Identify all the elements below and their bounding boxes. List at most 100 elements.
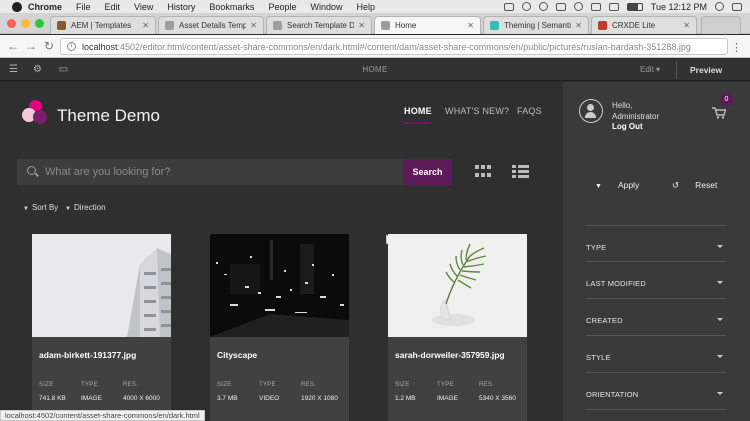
asset-thumbnail[interactable]: [388, 234, 527, 337]
clock[interactable]: Tue 12:12 PM: [651, 2, 707, 12]
spotlight-icon[interactable]: [715, 2, 724, 11]
result-card[interactable]: sarah-dorweiler-357959.jpg SIZE TYPE RES…: [388, 234, 527, 421]
time-machine-icon[interactable]: [538, 2, 548, 11]
menu-window[interactable]: Window: [310, 2, 342, 12]
close-tab-icon[interactable]: ✕: [250, 21, 257, 30]
filter-sidebar: Hello, Administrator Log Out 0 ▼ Apply ↺ R…: [563, 82, 750, 421]
list-view-icon[interactable]: [512, 165, 529, 179]
display-icon[interactable]: [555, 2, 566, 11]
asset-name[interactable]: sarah-dorweiler-357959.jpg: [395, 350, 505, 360]
tab-asset-details-template[interactable]: Asset Details Template✕: [158, 16, 264, 34]
menu-view[interactable]: View: [134, 2, 153, 12]
sync-icon[interactable]: [521, 2, 531, 11]
tab-crxde-lite[interactable]: CRXDE Lite ✕: [591, 16, 697, 34]
brand-title[interactable]: Theme Demo: [57, 106, 160, 126]
page-favicon-icon: [273, 21, 282, 30]
status-bar-url: localhost:4502/content/asset-share-commo…: [0, 410, 205, 421]
nav-whats-new[interactable]: WHAT'S NEW?: [445, 106, 509, 116]
reset-button[interactable]: ↺ Reset: [672, 180, 717, 191]
grid-view-icon[interactable]: [475, 165, 491, 179]
asset-thumbnail[interactable]: [210, 234, 349, 337]
menu-bookmarks[interactable]: Bookmarks: [209, 2, 254, 12]
volume-icon[interactable]: [608, 2, 619, 11]
filter-type[interactable]: TYPE: [586, 225, 726, 262]
asset-name[interactable]: adam-birkett-191377.jpg: [39, 350, 136, 360]
search-bar: [17, 159, 403, 185]
filter-orientation[interactable]: ORIENTATION: [586, 373, 726, 410]
type-value: VIDEO: [259, 395, 280, 402]
res-value: 5340 X 3560: [479, 395, 516, 402]
battery-icon[interactable]: [626, 2, 643, 11]
cart-icon[interactable]: [712, 107, 726, 119]
apple-icon[interactable]: [12, 1, 22, 12]
back-icon[interactable]: ←: [4, 39, 22, 53]
menu-help[interactable]: Help: [356, 2, 375, 12]
minimize-window-icon[interactable]: [21, 19, 30, 28]
screen-share-icon[interactable]: [503, 2, 514, 11]
menu-file[interactable]: File: [76, 2, 91, 12]
chevron-down-icon: [717, 245, 723, 248]
tab-theming-semantic-ui[interactable]: Theming | Semantic UI✕: [483, 16, 589, 34]
address-host: localhost: [82, 41, 118, 52]
close-tab-icon[interactable]: ✕: [358, 21, 365, 30]
nav-faqs[interactable]: FAQS: [517, 106, 542, 116]
toolbar-divider: [676, 61, 677, 79]
filter-last-modified[interactable]: LAST MODIFIED: [586, 262, 726, 299]
apply-label: Apply: [617, 180, 640, 190]
editor-page-name: HOME: [362, 65, 388, 74]
nav-home[interactable]: HOME: [404, 106, 432, 116]
maximize-window-icon[interactable]: [35, 19, 44, 28]
reload-icon[interactable]: ↻: [40, 39, 58, 53]
result-card[interactable]: Cityscape SIZE TYPE RES. 3.7 MB VIDEO 19…: [210, 234, 349, 421]
close-window-icon[interactable]: [7, 19, 16, 28]
brand-logo-icon[interactable]: [22, 100, 48, 126]
menu-edit[interactable]: Edit: [105, 2, 121, 12]
filter-label: CREATED: [586, 316, 623, 325]
page-favicon-icon: [165, 21, 174, 30]
search-input[interactable]: [45, 159, 395, 185]
chevron-down-icon: [717, 392, 723, 395]
reset-label: Reset: [695, 180, 718, 190]
close-tab-icon[interactable]: ✕: [142, 21, 149, 30]
chevron-down-icon: [717, 318, 723, 321]
apply-button[interactable]: ▼ Apply: [595, 180, 639, 190]
close-tab-icon[interactable]: ✕: [683, 21, 690, 30]
preview-button[interactable]: Preview: [690, 65, 722, 75]
main-content: Theme Demo HOME WHAT'S NEW? FAQS Search …: [0, 82, 563, 421]
menu-history[interactable]: History: [167, 2, 195, 12]
tab-search-template-dark[interactable]: Search Template Dark✕: [266, 16, 372, 34]
bluetooth-icon[interactable]: [573, 2, 583, 11]
search-button[interactable]: Search: [403, 159, 452, 185]
close-tab-icon[interactable]: ✕: [575, 21, 582, 30]
filter-style[interactable]: STYLE: [586, 336, 726, 373]
result-card[interactable]: adam-birkett-191377.jpg SIZE TYPE RES. 7…: [32, 234, 171, 421]
tab-home[interactable]: Home ✕: [374, 16, 481, 34]
filter-created[interactable]: CREATED: [586, 299, 726, 336]
res-label: RES.: [301, 382, 317, 388]
menu-app-name[interactable]: Chrome: [28, 2, 62, 12]
type-label: TYPE: [259, 382, 276, 388]
size-label: SIZE: [39, 382, 54, 388]
logout-link[interactable]: Log Out: [612, 122, 643, 131]
direction-dropdown[interactable]: ▼ Direction: [65, 203, 106, 212]
type-value: IMAGE: [81, 395, 102, 402]
search-icon: [27, 166, 36, 175]
chevron-down-icon: ▾: [656, 65, 661, 74]
asset-thumbnail[interactable]: [32, 234, 171, 337]
browser-toolbar: ← → ↻ i localhost:4502/editor.html/conte…: [0, 35, 750, 58]
new-tab-button[interactable]: [701, 16, 741, 34]
mode-selector[interactable]: Edit ▾: [640, 65, 660, 74]
address-bar[interactable]: i localhost:4502/editor.html/content/ass…: [60, 38, 728, 55]
menu-people[interactable]: People: [268, 2, 296, 12]
wifi-icon[interactable]: [590, 2, 601, 11]
info-icon[interactable]: i: [67, 42, 76, 51]
tab-aem-templates[interactable]: AEM | Templates ✕: [50, 16, 156, 34]
asset-name[interactable]: Cityscape: [217, 350, 257, 360]
sort-by-dropdown[interactable]: ▼ Sort By: [23, 203, 58, 212]
notification-center-icon[interactable]: [732, 2, 742, 11]
forward-icon[interactable]: →: [22, 39, 40, 53]
browser-menu-icon[interactable]: ⋮: [731, 41, 742, 54]
close-tab-icon[interactable]: ✕: [467, 21, 474, 30]
size-value: 741.8 KB: [39, 395, 66, 402]
size-label: SIZE: [217, 382, 232, 388]
